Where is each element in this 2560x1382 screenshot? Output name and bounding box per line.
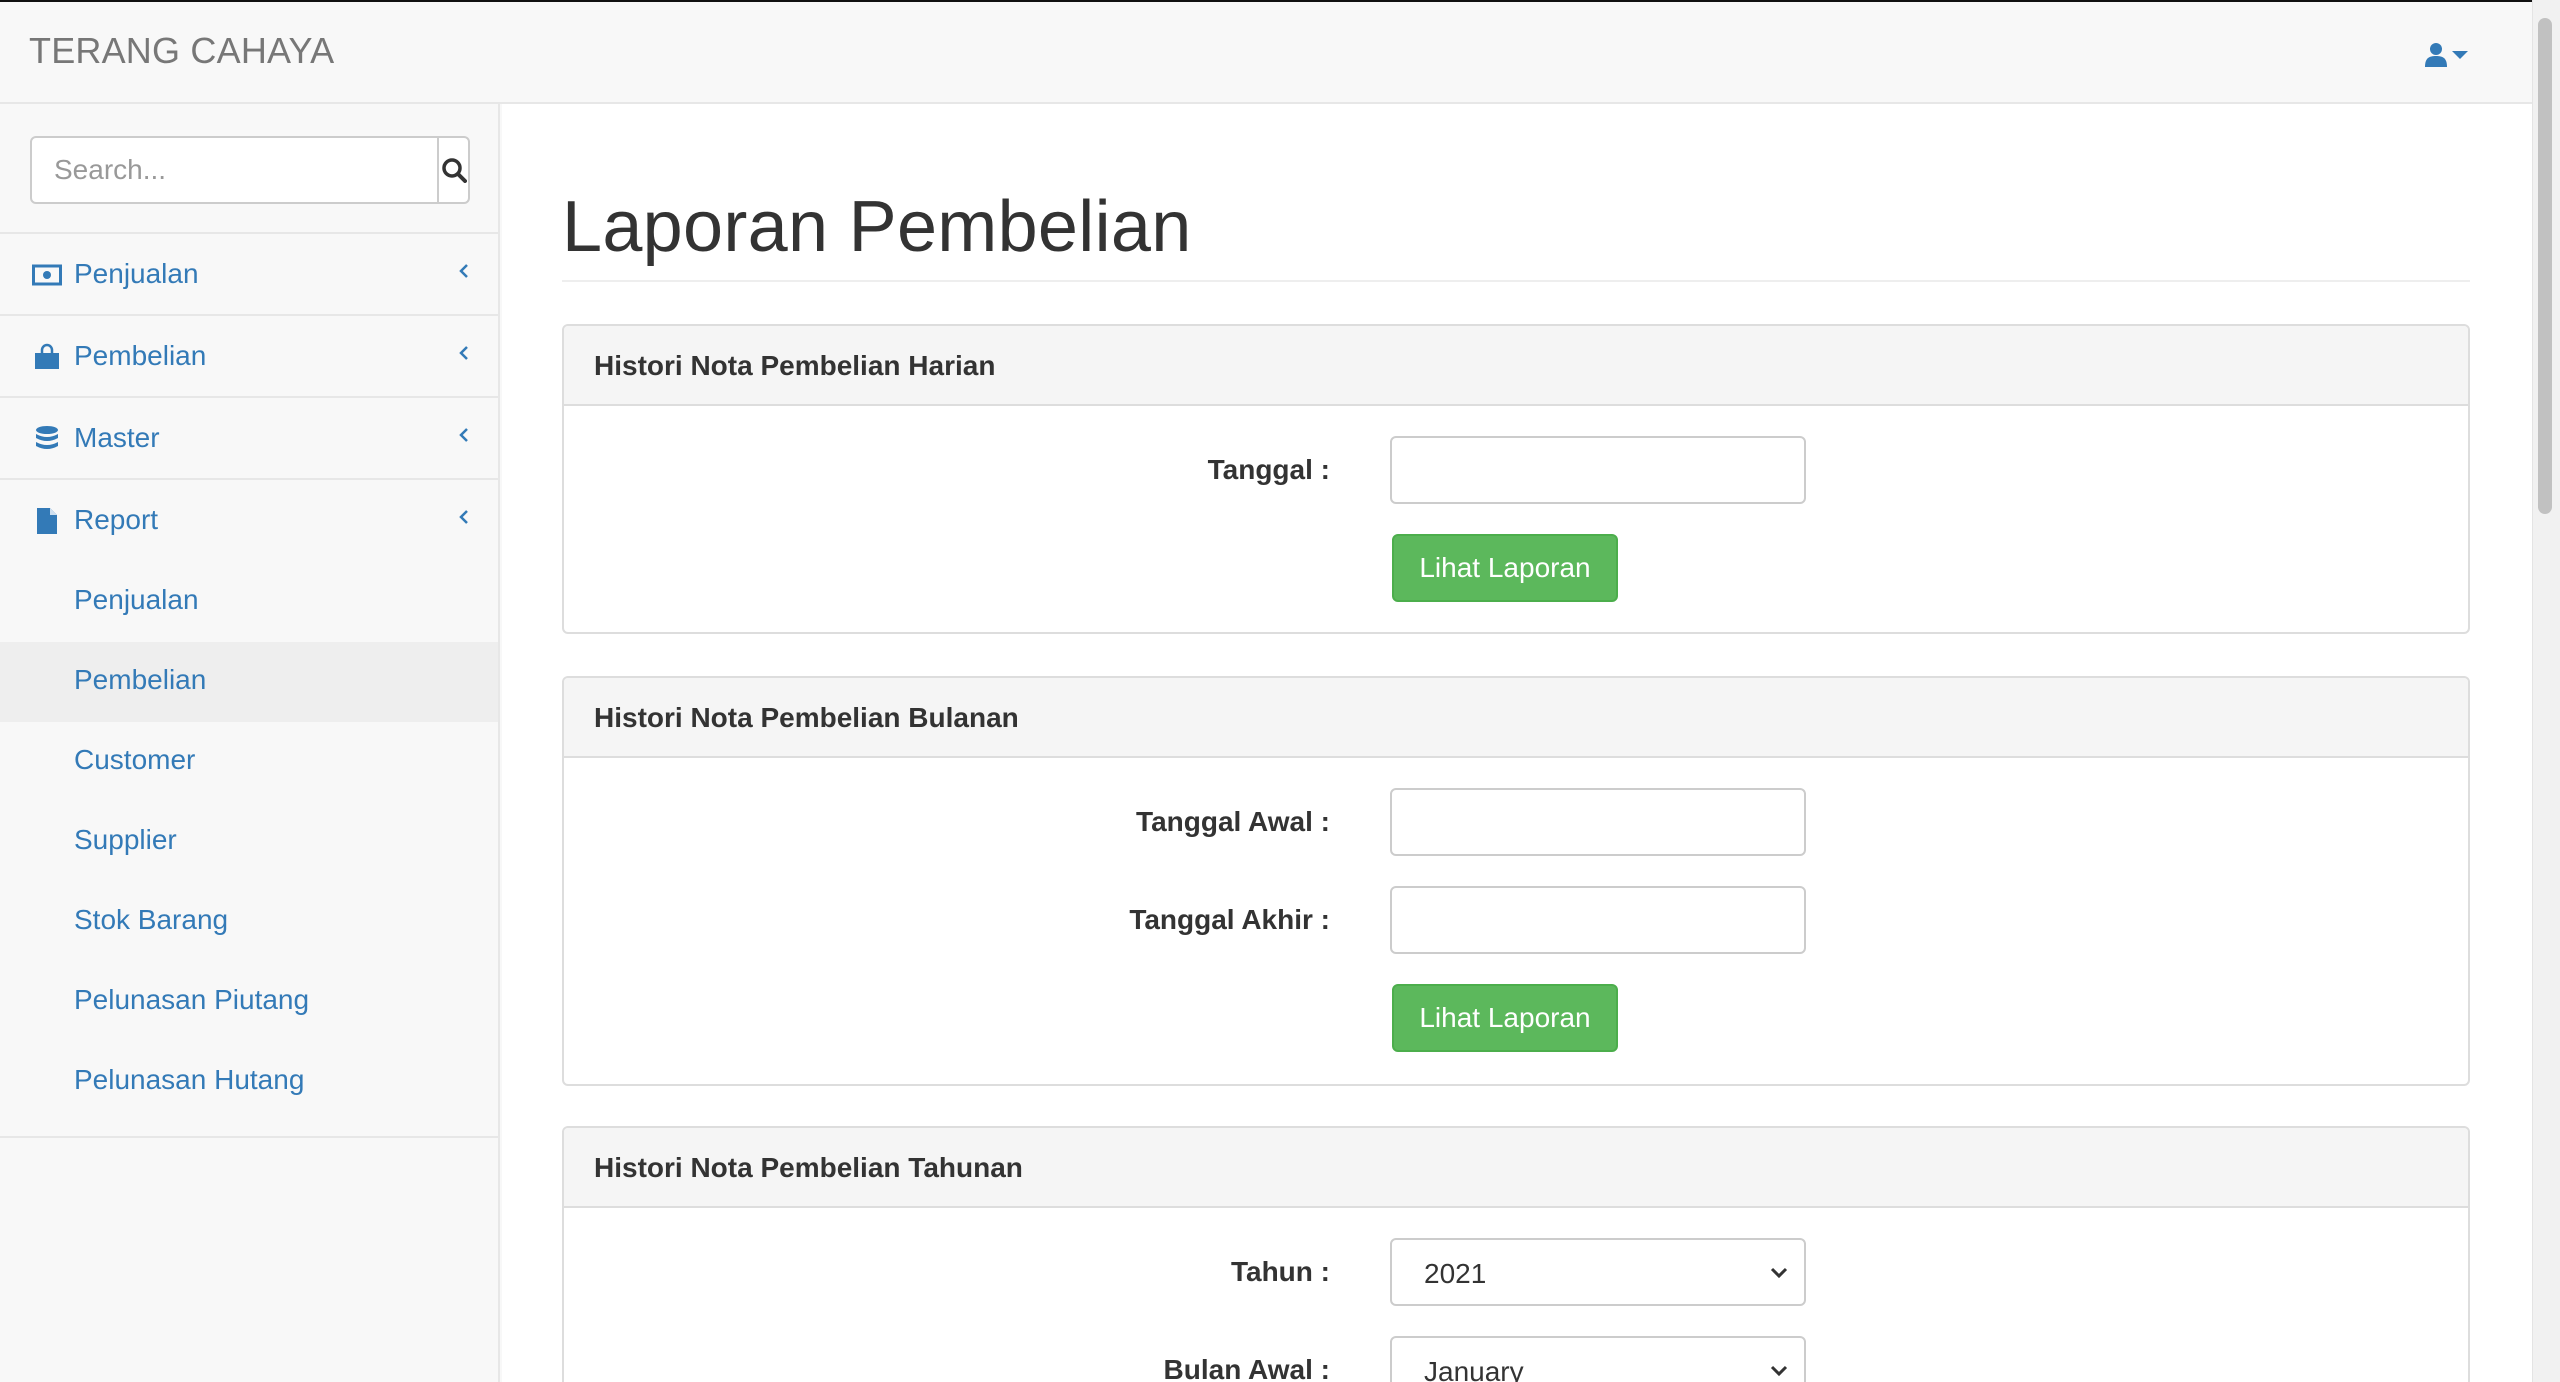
submenu-item-penjualan[interactable]: Penjualan: [0, 562, 498, 642]
sidebar-item-report[interactable]: Report: [0, 480, 498, 562]
sidebar-item-pembelian[interactable]: Pembelian: [0, 316, 498, 398]
user-menu-toggle[interactable]: [2424, 38, 2472, 72]
submenu-item-pembelian[interactable]: Pembelian: [0, 642, 498, 722]
sidebar-item-label: Pembelian: [74, 340, 207, 371]
submenu-item-customer[interactable]: Customer: [0, 722, 498, 802]
chevron-left-icon: [458, 338, 476, 368]
panel-monthly-report: Histori Nota Pembelian Bulanan Tanggal A…: [562, 676, 2470, 1086]
panel-title: Histori Nota Pembelian Harian: [594, 350, 996, 381]
submenu-item-label: Pembelian: [74, 664, 207, 695]
date-field[interactable]: [1390, 436, 1806, 504]
submenu-item-label: Stok Barang: [74, 904, 229, 935]
chevron-down-icon: [1770, 1267, 1788, 1279]
chevron-left-icon: [458, 502, 476, 532]
sidebar-item-label: Report: [74, 504, 159, 535]
search-input[interactable]: [32, 138, 437, 202]
submenu-item-label: Pelunasan Hutang: [74, 1064, 305, 1095]
start-date-label: Tanggal Awal :: [1136, 806, 1330, 837]
main-content: Laporan Pembelian Histori Nota Pembelian…: [502, 104, 2532, 1382]
submenu-item-label: Supplier: [74, 824, 177, 855]
shopping-bag-icon: [32, 343, 62, 371]
report-submenu: Penjualan Pembelian Customer Supplier St…: [0, 562, 498, 1138]
panel-heading: Histori Nota Pembelian Harian: [564, 326, 2468, 406]
panel-title: Histori Nota Pembelian Tahunan: [594, 1152, 1023, 1183]
top-navbar: TERANG CAHAYA: [0, 2, 2532, 104]
submenu-item-stok-barang[interactable]: Stok Barang: [0, 882, 498, 962]
date-label: Tanggal :: [1207, 454, 1330, 485]
year-select[interactable]: 2021: [1390, 1238, 1806, 1306]
panel-daily-report: Histori Nota Pembelian Harian Tanggal : …: [562, 324, 2470, 634]
view-report-button[interactable]: Lihat Laporan: [1392, 534, 1618, 602]
chevron-down-icon: [2452, 51, 2468, 59]
panel-title: Histori Nota Pembelian Bulanan: [594, 702, 1019, 733]
chevron-left-icon: [458, 420, 476, 450]
sidebar: Penjualan Pembelian Master: [0, 104, 500, 1382]
year-select-value: 2021: [1424, 1258, 1487, 1289]
chevron-left-icon: [458, 256, 476, 286]
form-row-end-date: Tanggal Akhir :: [564, 886, 2468, 954]
start-month-select-value: January: [1424, 1356, 1524, 1382]
submenu-item-label: Penjualan: [74, 584, 199, 615]
submenu-item-pelunasan-hutang[interactable]: Pelunasan Hutang: [0, 1042, 498, 1122]
chevron-down-icon: [1770, 1365, 1788, 1377]
sidebar-search: [0, 104, 498, 234]
title-divider: [562, 280, 2470, 282]
search-button[interactable]: [437, 138, 468, 202]
panel-heading: Histori Nota Pembelian Bulanan: [564, 678, 2468, 758]
panel-yearly-report: Histori Nota Pembelian Tahunan Tahun : 2…: [562, 1126, 2470, 1382]
submenu-item-label: Customer: [74, 744, 196, 775]
search-group: [30, 136, 470, 204]
brand-logo-text[interactable]: TERANG CAHAYA: [29, 30, 334, 72]
form-row-start-month: Bulan Awal : January: [564, 1336, 2468, 1382]
scrollbar-thumb[interactable]: [2538, 18, 2552, 514]
form-row-start-date: Tanggal Awal :: [564, 788, 2468, 856]
sidebar-item-label: Penjualan: [74, 258, 199, 289]
submenu-item-pelunasan-piutang[interactable]: Pelunasan Piutang: [0, 962, 498, 1042]
page-title: Laporan Pembelian: [562, 187, 1192, 267]
start-month-select[interactable]: January: [1390, 1336, 1806, 1382]
sidebar-item-master[interactable]: Master: [0, 398, 498, 480]
sidebar-menu: Penjualan Pembelian Master Report Penjua…: [0, 234, 498, 1138]
end-date-field[interactable]: [1390, 886, 1806, 954]
sidebar-item-label: Master: [74, 422, 160, 453]
search-icon: [441, 158, 467, 183]
year-label: Tahun :: [1230, 1256, 1330, 1287]
user-icon: [2425, 43, 2447, 67]
money-icon: [32, 261, 62, 289]
start-month-label: Bulan Awal :: [1163, 1354, 1330, 1382]
database-icon: [32, 425, 62, 453]
submenu-item-supplier[interactable]: Supplier: [0, 802, 498, 882]
start-date-field[interactable]: [1390, 788, 1806, 856]
end-date-label: Tanggal Akhir :: [1129, 904, 1330, 935]
view-report-button[interactable]: Lihat Laporan: [1392, 984, 1618, 1052]
panel-heading: Histori Nota Pembelian Tahunan: [564, 1128, 2468, 1208]
sidebar-item-penjualan[interactable]: Penjualan: [0, 234, 498, 316]
form-row-year: Tahun : 2021: [564, 1238, 2468, 1306]
submenu-item-label: Pelunasan Piutang: [74, 984, 310, 1015]
form-row-date: Tanggal :: [564, 436, 2468, 504]
file-icon: [32, 507, 62, 535]
